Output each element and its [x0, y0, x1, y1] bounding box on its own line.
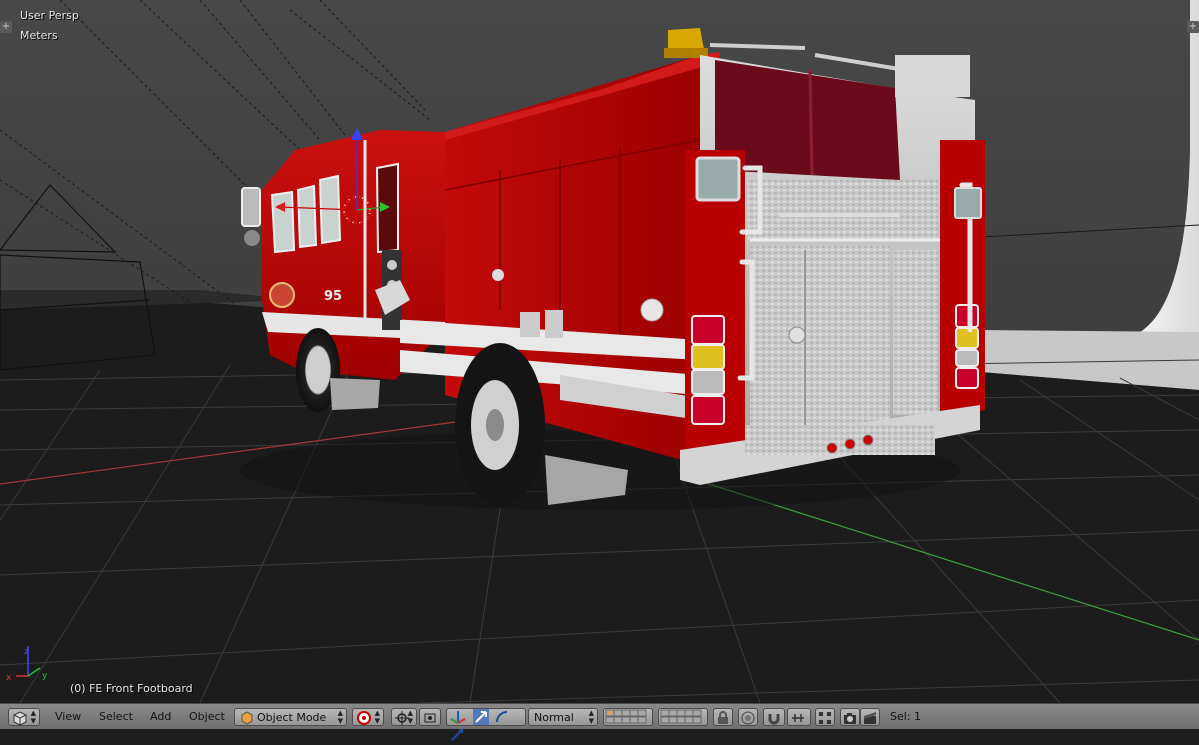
proportional-edit-button[interactable] — [738, 708, 758, 726]
snap-target-icon — [819, 712, 831, 724]
snap-toggle-button[interactable] — [763, 708, 785, 726]
snap-element-icon — [792, 714, 804, 722]
orientation-label: Normal — [534, 711, 574, 724]
editor-type-button[interactable]: ▲ ▼ — [8, 708, 40, 726]
opengl-animation-button[interactable] — [860, 708, 880, 726]
3d-view-icon — [13, 711, 27, 726]
lock-icon — [718, 711, 728, 724]
cube-icon — [241, 711, 253, 725]
selection-count: Sel: 1 — [890, 710, 922, 723]
opengl-render-button[interactable] — [840, 708, 860, 726]
menu-select[interactable]: Select — [97, 708, 135, 726]
camera-icon — [844, 713, 856, 724]
axis-label-z: z — [24, 647, 29, 657]
snap-element-button[interactable] — [787, 708, 811, 726]
manipulator-icon[interactable] — [449, 709, 467, 725]
manipulator-group — [446, 708, 526, 741]
mode-label: Object Mode — [257, 711, 327, 724]
clapper-icon — [864, 712, 876, 724]
truck-number: 95 — [324, 289, 342, 304]
transform-orientation-selector[interactable]: Normal ▲ ▼ — [528, 708, 598, 726]
menu-add[interactable]: Add — [148, 708, 173, 726]
viewport-shading-button[interactable]: ▲ ▼ — [352, 708, 384, 726]
layer-grid-icon-2 — [660, 709, 702, 724]
mode-selector[interactable]: Object Mode ▲ ▼ — [234, 708, 347, 726]
axis-label-x: x — [6, 673, 12, 683]
rotate-icon[interactable] — [494, 709, 510, 725]
magnet-icon — [768, 714, 780, 725]
pivot-only-icon — [424, 713, 436, 723]
layers-second-block[interactable] — [658, 708, 708, 726]
menu-object[interactable]: Object — [187, 708, 227, 726]
scale-icon[interactable] — [449, 727, 465, 743]
axis-label-y: y — [42, 671, 48, 681]
pivot-only-button[interactable] — [419, 708, 441, 726]
menu-view[interactable]: View — [53, 708, 83, 726]
proportional-edit-icon — [741, 711, 755, 725]
lock-layers-button[interactable] — [713, 708, 733, 726]
active-object-label: (0) FE Front Footboard — [70, 682, 193, 695]
units-label: Meters — [20, 29, 58, 42]
split-area-corner-left[interactable]: + — [0, 21, 12, 33]
view-perspective-label: User Persp — [20, 9, 79, 22]
3d-view-header: ▲ ▼ View Select Add Object Object Mode ▲ ▼… — [0, 703, 1199, 741]
snap-target-button[interactable] — [815, 708, 835, 726]
layer-grid-icon — [605, 709, 647, 724]
layers-first-block[interactable] — [603, 708, 653, 726]
translate-icon[interactable] — [472, 709, 489, 725]
split-area-corner-right[interactable]: + — [1187, 21, 1199, 33]
3d-viewport[interactable]: 95 z x y User Persp Meters (0) FE Front … — [0, 0, 1199, 703]
shading-icon — [357, 711, 371, 725]
scene-render[interactable]: 95 z x y — [0, 0, 1199, 703]
pivot-point-button[interactable]: ▲ ▼ — [391, 708, 417, 726]
